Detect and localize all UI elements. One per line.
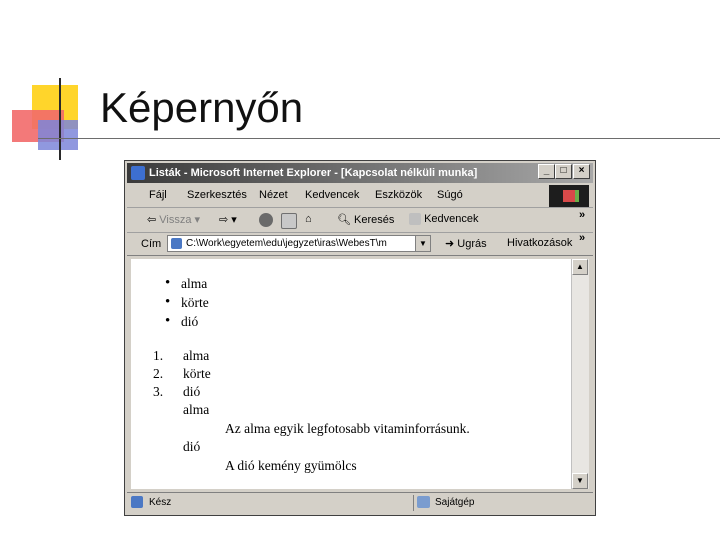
page-status-icon [131,496,143,508]
refresh-button[interactable] [281,213,297,229]
address-dropdown-icon[interactable]: ▼ [415,236,430,251]
page-icon [171,238,182,249]
back-button[interactable]: ⇦ Vissza ▾ [147,213,200,226]
list-item: alma [163,274,209,293]
address-input[interactable]: C:\Work\egyetem\edu\jegyzet\iras\WebesT\… [167,235,431,252]
browser-window: Listák - Microsoft Internet Explorer - [… [124,160,596,516]
list-item: 2. körte [153,365,211,383]
scroll-down-button[interactable]: ▼ [572,473,588,489]
search-icon: 🔍︎ [337,214,351,226]
definition-description: Az alma egyik legfotosabb vitaminforrásu… [225,421,470,436]
favorites-label: Kedvencek [424,213,479,225]
window-title: Listák - Microsoft Internet Explorer - [… [149,167,478,179]
definition-term: alma [183,402,210,417]
stop-button[interactable] [259,213,273,227]
menu-file[interactable]: Fájl [149,189,167,201]
forward-arrow-icon: ⇨ [219,214,229,226]
address-label: Cím [141,238,162,250]
decor-blue-square [38,120,78,150]
zone-text: Sajátgép [435,497,475,508]
menu-tools[interactable]: Eszközök [375,189,422,201]
go-arrow-icon: ➜ [445,238,455,250]
address-value: C:\Work\egyetem\edu\jegyzet\iras\WebesT\… [186,238,387,249]
definition-description: A dió kemény gyümölcs [225,458,357,473]
status-text: Kész [149,497,172,508]
stop-icon [259,213,273,227]
unordered-list: alma körte dió [163,274,209,331]
go-label: Ugrás [457,238,487,250]
back-label: Vissza [159,214,192,226]
go-button[interactable]: ➜ Ugrás [445,237,487,250]
home-icon: ⌂ [305,213,312,225]
list-text: alma [183,348,210,363]
close-button[interactable]: × [573,164,590,179]
title-bar[interactable]: Listák - Microsoft Internet Explorer - [… [127,163,593,183]
ie-icon [131,166,145,180]
definition-term: dió [183,439,201,454]
definition-list: alma Az alma egyik legfotosabb vitaminfo… [183,401,470,475]
list-item: 1. alma [153,347,211,365]
back-arrow-icon: ⇦ [147,214,157,226]
list-text: dió [183,384,201,399]
list-number: 1. [153,348,164,363]
page-content: alma körte dió 1. alma 2. körte 3. dió alma… [131,259,571,489]
ordered-list: 1. alma 2. körte 3. dió [153,347,211,401]
address-bar: Cím C:\Work\egyetem\edu\jegyzet\iras\Web… [127,232,593,256]
menu-edit[interactable]: Szerkesztés [187,189,247,201]
vertical-scrollbar[interactable]: ▲ ▼ [571,259,589,489]
decor-vertical-line [59,78,61,160]
list-item: dió [163,312,209,331]
links-button[interactable]: Hivatkozások [507,237,572,249]
status-bar: Kész Sajátgép [127,492,593,513]
ie-throbber [549,185,589,207]
favorites-button[interactable]: Kedvencek [409,213,479,226]
menu-bar: Fájl Szerkesztés Nézet Kedvencek Eszközö… [127,185,593,208]
computer-icon [417,496,430,508]
status-divider [413,495,414,511]
maximize-button[interactable]: □ [555,164,572,179]
menu-help[interactable]: Súgó [437,189,463,201]
menu-favorites[interactable]: Kedvencek [305,189,359,201]
list-item: körte [163,293,209,312]
search-button[interactable]: 🔍︎ Keresés [337,213,394,226]
scroll-up-button[interactable]: ▲ [572,259,588,275]
search-label: Keresés [354,214,395,226]
list-number: 3. [153,384,164,399]
list-text: körte [183,366,211,381]
forward-dropdown-icon: ▾ [231,214,237,226]
windows-logo-icon [563,190,575,202]
home-button[interactable]: ⌂ [305,213,312,225]
toolbar-overflow-button[interactable]: » [579,209,585,221]
forward-button[interactable]: ⇨ ▾ [219,213,237,226]
list-item: 3. dió [153,383,211,401]
menu-view[interactable]: Nézet [259,189,288,201]
favorites-icon [409,213,421,226]
list-number: 2. [153,366,164,381]
decor-horizontal-line [38,138,720,139]
standard-toolbar: ⇦ Vissza ▾ ⇨ ▾ ⌂ 🔍︎ Keresés Kedvencek » [127,208,593,233]
back-dropdown-icon: ▾ [194,214,201,226]
slide-title: Képernyőn [100,84,304,131]
refresh-icon [281,213,297,229]
links-overflow-button[interactable]: » [579,232,585,244]
minimize-button[interactable]: _ [538,164,555,179]
